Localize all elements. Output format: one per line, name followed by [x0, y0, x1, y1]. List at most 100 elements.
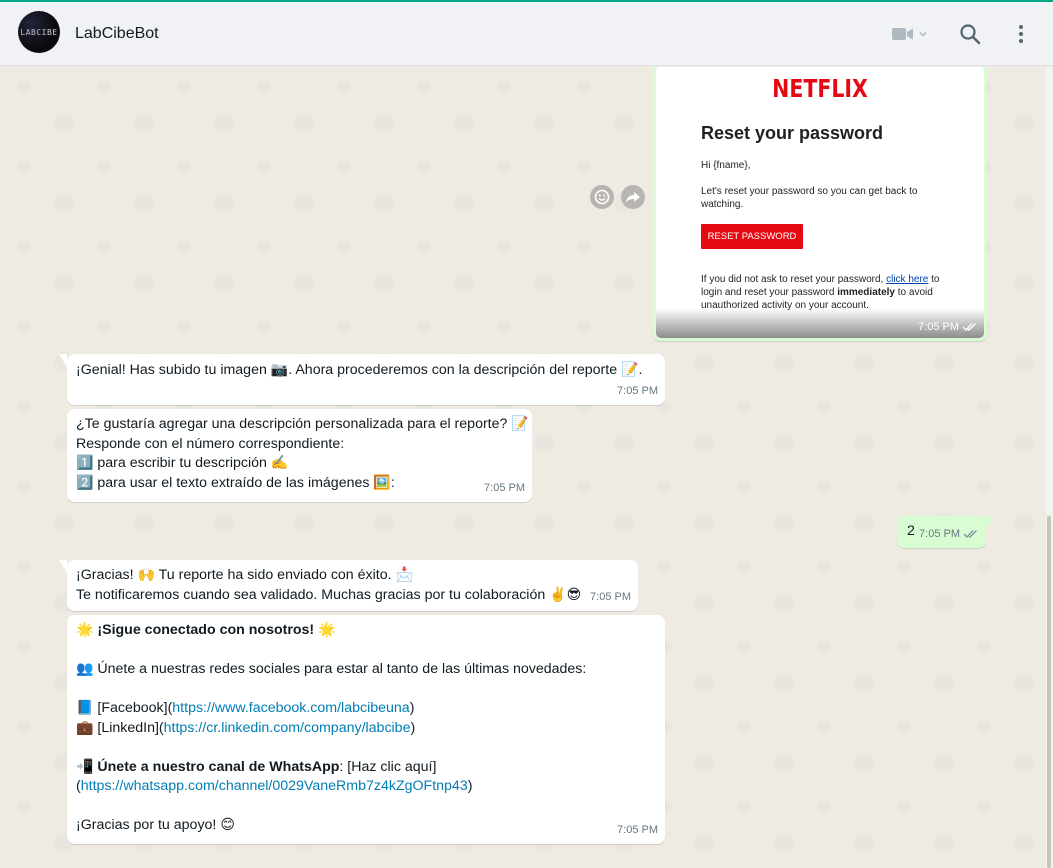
- video-call-button[interactable]: [892, 24, 934, 44]
- picture-emoji: 🖼️: [373, 474, 391, 491]
- outgoing-message[interactable]: 2 7:05 PM: [897, 516, 994, 548]
- avatar-text: LABCIBE: [20, 27, 58, 37]
- message-line: 🌟 ¡Sigue conectado con nosotros! 🌟: [76, 621, 586, 641]
- people-emoji: 👥: [76, 661, 94, 677]
- chat-panel[interactable]: NETFLIX Reset your password Hi {fname}, …: [4, 67, 1046, 868]
- forward-icon: [626, 192, 640, 203]
- email-greeting: Hi {fname},: [701, 160, 751, 171]
- camera-emoji: 📷: [270, 362, 289, 378]
- react-emoji-button[interactable]: [590, 185, 614, 209]
- option-1-text: para escribir tu descripción: [93, 455, 271, 471]
- message-line: Responde con el número correspondiente:: [76, 435, 345, 452]
- message-text-b: . Ahora procederemos con la descripción …: [288, 362, 622, 378]
- raising-hands-emoji: 🙌: [137, 567, 155, 583]
- whatsapp-url-line: (https://whatsapp.com/channel/0029VaneRm…: [76, 777, 586, 797]
- sent-text: Tu reporte ha sido enviado con éxito.: [154, 567, 396, 583]
- chevron-down-icon: [919, 31, 927, 37]
- option-2: 2️⃣ para usar el texto extraído de las i…: [76, 474, 529, 494]
- mobile-arrow-emoji: 📲: [76, 758, 94, 775]
- message-line: ¡Gracias por tu apoyo! 😊: [76, 816, 586, 836]
- linkedin-close: ): [410, 719, 416, 736]
- facebook-link[interactable]: https://www.facebook.com/labcibeuna: [172, 700, 409, 716]
- message-time: 7:05 PM: [590, 590, 631, 603]
- message-meta: 7:05 PM: [918, 321, 978, 333]
- message-time: 7:05 PM: [617, 384, 658, 397]
- double-check-icon: [963, 530, 977, 539]
- message-text: 2: [907, 523, 915, 539]
- option-1: 1️⃣ para escribir tu descripción ✍️: [76, 454, 529, 474]
- email-body: Let's reset your password so you can get…: [701, 186, 918, 210]
- image-message[interactable]: NETFLIX Reset your password Hi {fname}, …: [653, 67, 987, 341]
- thanks-text: ¡Gracias!: [76, 567, 138, 583]
- email-title: Reset your password: [701, 123, 884, 143]
- avatar[interactable]: LABCIBE: [18, 11, 60, 53]
- whatsapp-line: 📲 Únete a nuestro canal de WhatsApp: [Ha…: [76, 758, 586, 778]
- incoming-message[interactable]: ¡Gracias! 🙌 Tu reporte ha sido enviado c…: [59, 560, 638, 611]
- blue-book-emoji: 📘: [76, 700, 94, 716]
- whatsapp-channel-link[interactable]: https://whatsapp.com/channel/0029VaneRmb…: [81, 778, 468, 794]
- video-call-icon: [892, 28, 913, 40]
- scrollbar-thumb[interactable]: [1047, 516, 1051, 868]
- contact-name[interactable]: LabCibeBot: [75, 25, 159, 43]
- message-time: 7:05 PM: [617, 823, 658, 836]
- message-line: 👥 Únete a nuestras redes sociales para e…: [76, 660, 586, 680]
- message-meta: 7:05 PM: [617, 382, 658, 402]
- email-click-here-link: click here: [886, 274, 929, 285]
- menu-icon[interactable]: [1009, 22, 1033, 46]
- message-text: 🌟 ¡Sigue conectado con nosotros! 🌟 👥 Úne…: [76, 621, 586, 836]
- incoming-message[interactable]: ¿Te gustaría agregar una descripción per…: [67, 409, 532, 502]
- message-time: 7:05 PM: [918, 321, 959, 333]
- keycap-2-emoji: 2️⃣: [76, 474, 94, 491]
- facebook-close: ): [409, 700, 415, 716]
- linkedin-link[interactable]: https://cr.linkedin.com/company/labcibe: [164, 720, 411, 736]
- message-time: 7:05 PM: [484, 481, 525, 494]
- star-emoji: 🌟: [76, 622, 94, 638]
- star-emoji: 🌟: [318, 622, 336, 638]
- message-meta: 7:05 PM: [484, 479, 525, 499]
- option-2-text: para usar el texto extraído de las imáge…: [93, 474, 374, 491]
- thanks-support-text: ¡Gracias por tu apoyo!: [76, 817, 221, 833]
- message-line: ¡Gracias! 🙌 Tu reporte ha sido enviado c…: [76, 566, 581, 586]
- email-reset-button: RESET PASSWORD: [701, 224, 803, 249]
- message-time: 7:05 PM: [919, 527, 960, 540]
- incoming-message[interactable]: ¡Genial! Has subido tu imagen 📷. Ahora p…: [59, 354, 665, 405]
- chat-header: LABCIBE LabCibeBot: [0, 2, 1053, 66]
- email-footer-pre: If you did not ask to reset your passwor…: [701, 274, 887, 285]
- memo-emoji: 📝: [511, 416, 529, 432]
- notify-text: Te notificaremos cuando sea validado. Mu…: [76, 586, 550, 603]
- message-text: ¡Gracias! 🙌 Tu reporte ha sido enviado c…: [76, 566, 581, 605]
- bubble-tail: [59, 560, 67, 573]
- facebook-line: 📘 [Facebook](https://www.facebook.com/la…: [76, 699, 586, 719]
- envelope-emoji: 📩: [395, 567, 413, 583]
- message-text-c: .: [638, 362, 643, 378]
- message-text: ¡Genial! Has subido tu imagen 📷. Ahora p…: [76, 361, 642, 381]
- memo-emoji: 📝: [621, 362, 639, 378]
- whatsapp-click-text: : [Haz clic aquí]: [339, 758, 437, 775]
- whatsapp-close: ): [467, 778, 473, 794]
- writing-hand-emoji: ✍️: [270, 455, 289, 471]
- message-text-a: ¡Genial! Has subido tu imagen: [76, 362, 271, 378]
- question-text: ¿Te gustaría agregar una descripción per…: [76, 416, 512, 432]
- message-line: Te notificaremos cuando sea validado. Mu…: [76, 586, 581, 606]
- incoming-message[interactable]: 🌟 ¡Sigue conectado con nosotros! 🌟 👥 Úne…: [67, 615, 665, 844]
- linkedin-line: 💼 [LinkedIn](https://cr.linkedin.com/com…: [76, 719, 586, 739]
- search-icon[interactable]: [958, 22, 982, 46]
- message-line: ¿Te gustaría agregar una descripción per…: [76, 415, 529, 435]
- linkedin-label: [LinkedIn](: [93, 719, 164, 736]
- whatsapp-channel-title: Únete a nuestro canal de WhatsApp: [97, 758, 340, 775]
- social-intro: Únete a nuestras redes sociales para est…: [93, 661, 587, 677]
- facebook-label: [Facebook](: [93, 700, 173, 716]
- option-2-end: :: [390, 474, 395, 491]
- netflix-logo: NETFLIX: [772, 74, 868, 103]
- social-title: ¡Sigue conectado con nosotros!: [97, 622, 315, 638]
- email-image: NETFLIX Reset your password Hi {fname}, …: [656, 67, 984, 338]
- forward-button[interactable]: [621, 185, 645, 209]
- victory-sunglasses-emoji: ✌️😎: [549, 586, 582, 603]
- double-check-icon: [962, 323, 976, 332]
- message-text: ¿Te gustaría agregar una descripción per…: [76, 415, 529, 493]
- bubble-tail: [986, 516, 994, 529]
